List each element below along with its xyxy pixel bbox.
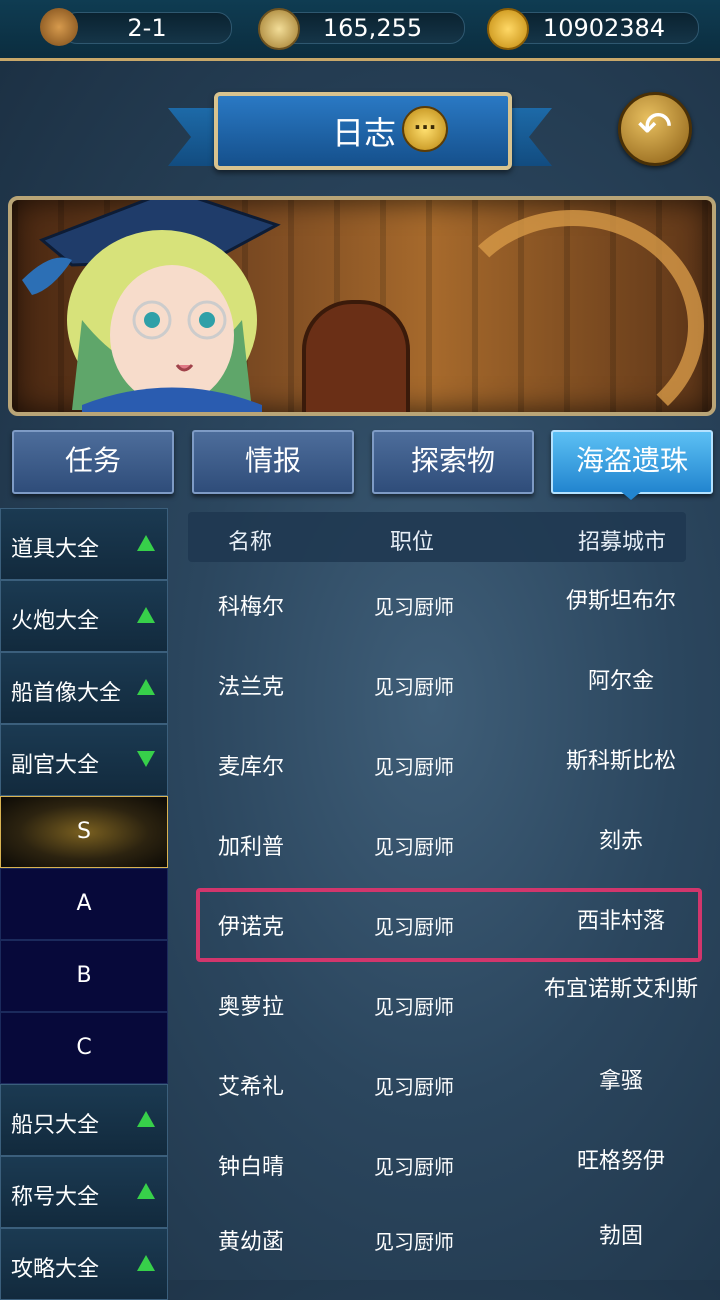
- stage-value: 2-1: [62, 12, 232, 44]
- spiral-staircase: [442, 210, 704, 412]
- expand-up-icon: [137, 1111, 155, 1127]
- cell-city: 阿尔金: [587, 669, 654, 694]
- expand-up-icon: [137, 1255, 155, 1271]
- cell-name: 麦库尔: [218, 755, 285, 780]
- tab-pirate-relics[interactable]: 海盗遗珠: [551, 430, 713, 494]
- sidebar-item-guides[interactable]: 攻略大全: [0, 1228, 168, 1300]
- sidebar-item-ships[interactable]: 船只大全: [0, 1084, 168, 1156]
- sidebar-item-label: 火炮大全: [11, 609, 100, 634]
- rank-c-item[interactable]: C: [0, 1012, 168, 1084]
- sidebar-item-label: 船首像大全: [11, 681, 122, 706]
- cell-city: 拿骚: [598, 1069, 643, 1094]
- cell-city: 布宜诺斯艾利斯: [543, 977, 698, 1002]
- tab-explore[interactable]: 探索物: [372, 430, 534, 494]
- cell-position: 见习厨师: [374, 595, 454, 619]
- cell-position: 见习厨师: [374, 1075, 454, 1099]
- compass-icon: [258, 8, 300, 50]
- back-button[interactable]: ↶: [618, 92, 692, 166]
- cell-position: 见习厨师: [374, 995, 454, 1019]
- table-row[interactable]: 法兰克 见习厨师 阿尔金: [190, 645, 710, 725]
- table-row[interactable]: 科梅尔 见习厨师 伊斯坦布尔: [190, 565, 710, 645]
- column-header-name: 名称: [228, 530, 273, 555]
- rank-b-item[interactable]: B: [0, 940, 168, 1012]
- tab-intel[interactable]: 情报: [192, 430, 354, 494]
- cell-city: 伊斯坦布尔: [565, 589, 676, 614]
- gold-resource: 10902384: [487, 8, 699, 50]
- sidebar-item-figureheads[interactable]: 船首像大全: [0, 652, 168, 724]
- expand-up-icon: [137, 535, 155, 551]
- hourglass-icon: [40, 8, 78, 46]
- sidebar-item-label: 攻略大全: [11, 1257, 100, 1282]
- cell-position: 见习厨师: [374, 675, 454, 699]
- rank-s-item[interactable]: S: [0, 796, 168, 868]
- arched-door: [302, 300, 410, 412]
- cell-position: 见习厨师: [374, 1155, 454, 1179]
- gold-value: 10902384: [509, 12, 699, 44]
- cell-name: 黄幼菡: [218, 1230, 285, 1255]
- page-title: 日志: [332, 114, 397, 152]
- table-row[interactable]: 麦库尔 见习厨师 斯科斯比松: [190, 725, 710, 805]
- back-arrow-icon: ↶: [637, 102, 673, 151]
- cell-name: 加利普: [218, 835, 285, 860]
- sidebar-item-cannons[interactable]: 火炮大全: [0, 580, 168, 652]
- chat-bubble-icon[interactable]: ···: [402, 106, 448, 152]
- cell-name: 艾希礼: [218, 1075, 285, 1100]
- sidebar-item-label: 称号大全: [11, 1185, 100, 1210]
- sidebar-item-titles[interactable]: 称号大全: [0, 1156, 168, 1228]
- cell-position: 见习厨师: [374, 1230, 454, 1254]
- title-banner: 日志 ···: [214, 92, 512, 170]
- sidebar-item-officers[interactable]: 副官大全: [0, 724, 168, 796]
- expand-up-icon: [137, 607, 155, 623]
- cell-position: 见习厨师: [374, 835, 454, 859]
- cell-city: 刻赤: [598, 829, 643, 854]
- table-row[interactable]: 加利普 见习厨师 刻赤: [190, 805, 710, 885]
- cell-name: 奥萝拉: [218, 995, 285, 1020]
- character-portrait: [22, 200, 281, 412]
- cell-name: 法兰克: [218, 675, 285, 700]
- sidebar-item-items[interactable]: 道具大全: [0, 508, 168, 580]
- table-row[interactable]: 艾希礼 见习厨师 拿骚: [190, 1045, 710, 1125]
- table-row[interactable]: 黄幼菡 见习厨师 勃固: [190, 1200, 710, 1280]
- sidebar-item-label: 道具大全: [11, 537, 100, 562]
- stage-resource: 2-1: [40, 8, 232, 46]
- selected-row-highlight: [196, 888, 702, 962]
- sidebar-item-label: 副官大全: [11, 753, 100, 778]
- sidebar-item-label: 船只大全: [11, 1113, 100, 1138]
- anchor-coin-icon: [487, 8, 529, 50]
- cell-position: 见习厨师: [374, 755, 454, 779]
- collapse-down-icon: [137, 751, 155, 767]
- expand-up-icon: [137, 1183, 155, 1199]
- cell-city: 斯科斯比松: [565, 749, 676, 774]
- cell-city: 旺格努伊: [576, 1149, 665, 1174]
- resource-bar: 2-1 165,255 10902384: [0, 0, 720, 61]
- character-scene: [8, 196, 716, 416]
- compass-resource: 165,255: [258, 8, 465, 50]
- column-header-position: 职位: [390, 530, 435, 555]
- rank-a-item[interactable]: A: [0, 868, 168, 940]
- table-row[interactable]: 钟白晴 见习厨师 旺格努伊: [190, 1125, 710, 1205]
- compass-value: 165,255: [280, 12, 465, 44]
- table-header: 名称 职位 招募城市: [188, 512, 686, 562]
- cell-name: 钟白晴: [218, 1155, 285, 1180]
- column-header-city: 招募城市: [578, 530, 667, 555]
- table-row[interactable]: 奥萝拉 见习厨师 布宜诺斯艾利斯: [190, 965, 710, 1045]
- tab-tasks[interactable]: 任务: [12, 430, 174, 494]
- active-tab-pointer: [619, 490, 643, 500]
- cell-city: 勃固: [598, 1224, 643, 1249]
- expand-up-icon: [137, 679, 155, 695]
- cell-name: 科梅尔: [218, 595, 285, 620]
